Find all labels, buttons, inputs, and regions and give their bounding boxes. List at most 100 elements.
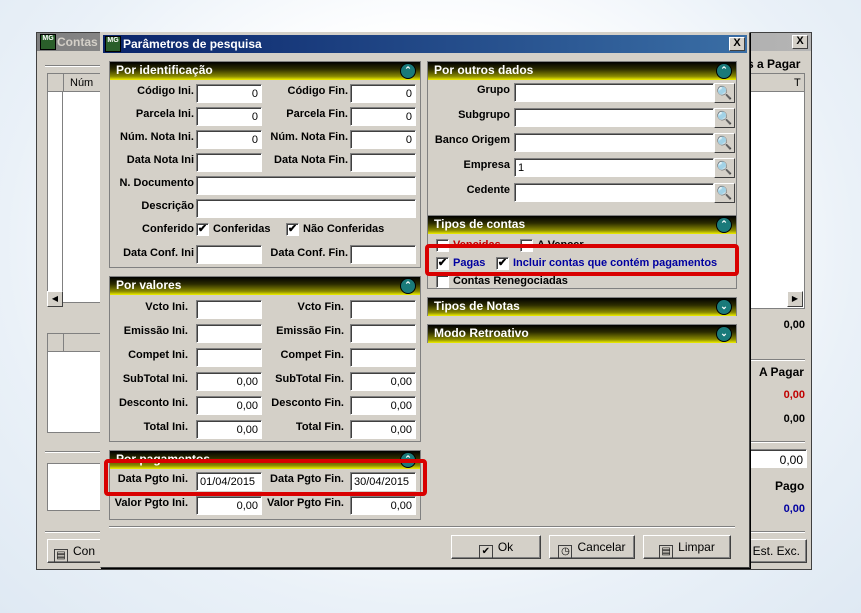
desconto-ini-label: Desconto Ini. xyxy=(118,397,188,409)
contas-grid-2[interactable] xyxy=(47,333,107,433)
desconto-fin-field[interactable]: 0,00 xyxy=(350,396,416,415)
grid-right-header: T xyxy=(750,74,804,92)
ok-button[interactable]: ✔ Ok xyxy=(451,535,541,559)
codigo-fin-label: Código Fin. xyxy=(287,85,348,97)
data-nota-ini-field[interactable] xyxy=(196,153,262,172)
collapse-icon[interactable]: ⌃ xyxy=(400,278,416,294)
valor-pgto-ini-field[interactable]: 0,00 xyxy=(196,496,262,515)
total-fin-field[interactable]: 0,00 xyxy=(350,420,416,439)
grid2-header xyxy=(48,334,106,352)
cancelar-button[interactable]: ◷ Cancelar xyxy=(549,535,635,559)
panel-tipos-notas-header[interactable]: Tipos de Notas ⌄ xyxy=(428,298,736,316)
grupo-field[interactable] xyxy=(514,83,714,102)
n-documento-field[interactable] xyxy=(196,176,416,195)
pago-label: Pago xyxy=(775,479,805,493)
data-conf-ini-label: Data Conf. Ini xyxy=(123,247,194,259)
panel-outros-dados-header[interactable]: Por outros dados ⌃ xyxy=(428,62,736,80)
codigo-ini-field[interactable]: 0 xyxy=(196,84,262,103)
grid2-col-divider xyxy=(63,334,64,352)
subgrupo-field[interactable] xyxy=(514,108,714,127)
contas-grid[interactable]: Núm xyxy=(47,73,107,303)
valor-pgto-fin-field[interactable]: 0,00 xyxy=(350,496,416,515)
n-documento-label: N. Documento xyxy=(119,177,194,189)
parcela-fin-field[interactable]: 0 xyxy=(350,107,416,126)
conferidas-label: Conferidas xyxy=(213,223,271,235)
total-ini-label: Total Ini. xyxy=(143,421,188,433)
data-conf-fin-field[interactable] xyxy=(350,245,416,264)
codigo-fin-field[interactable]: 0 xyxy=(350,84,416,103)
cancel-icon: ◷ xyxy=(558,545,573,559)
limpar-button[interactable]: ▤ Limpar xyxy=(643,535,731,559)
subtotal-fin-label: SubTotal Fin. xyxy=(275,373,344,385)
vcto-ini-field[interactable] xyxy=(196,300,262,319)
empresa-field[interactable]: 1 xyxy=(514,158,714,177)
dialog-title: Parâmetros de pesquisa xyxy=(123,37,262,51)
contas-total-top: 0,00 xyxy=(783,319,805,331)
contas-close-button[interactable]: X xyxy=(792,35,808,49)
data-conf-fin-label: Data Conf. Fin. xyxy=(270,247,348,259)
dialog-close-button[interactable]: X xyxy=(729,37,745,51)
contas-hscroll-left-button[interactable]: ◀ xyxy=(47,291,63,307)
contas-grid-right[interactable]: T xyxy=(749,73,805,309)
empresa-search-icon[interactable]: 🔍 xyxy=(714,158,735,178)
num-nota-fin-field[interactable]: 0 xyxy=(350,130,416,149)
subtotal-ini-field[interactable]: 0,00 xyxy=(196,372,262,391)
empresa-label: Empresa xyxy=(463,159,510,171)
expand-icon[interactable]: ⌄ xyxy=(716,326,732,342)
compet-fin-field[interactable] xyxy=(350,348,416,367)
nao-conferidas-checkbox[interactable]: ✔ xyxy=(286,223,299,236)
emissao-fin-label: Emissão Fin. xyxy=(276,325,344,337)
parcela-ini-field[interactable]: 0 xyxy=(196,107,262,126)
panel-identificacao-header[interactable]: Por identificação ⌃ xyxy=(110,62,420,80)
num-nota-fin-label: Núm. Nota Fin. xyxy=(270,131,348,143)
panel-outros-dados: Por outros dados ⌃ Grupo 🔍 Subgrupo 🔍 Ban… xyxy=(427,61,737,237)
contas-title: Contas xyxy=(57,35,98,49)
check-icon: ✔ xyxy=(478,545,493,559)
subtotal-fin-field[interactable]: 0,00 xyxy=(350,372,416,391)
renegociadas-label: Contas Renegociadas xyxy=(453,275,568,287)
highlight-data-pgto xyxy=(104,459,427,496)
contas-divider-top xyxy=(45,65,105,67)
vcto-fin-field[interactable] xyxy=(350,300,416,319)
desconto-ini-field[interactable]: 0,00 xyxy=(196,396,262,415)
data-nota-ini-label: Data Nota Ini xyxy=(126,154,194,166)
grid-col-num[interactable]: Núm xyxy=(70,77,93,89)
data-nota-fin-field[interactable] xyxy=(350,153,416,172)
compet-ini-field[interactable] xyxy=(196,348,262,367)
est-exc-button[interactable]: Est. Exc. xyxy=(745,539,807,563)
dialog-divider xyxy=(109,526,735,528)
panel-valores-header[interactable]: Por valores ⌃ xyxy=(110,277,420,295)
grid-col-divider xyxy=(63,74,64,92)
cedente-search-icon[interactable]: 🔍 xyxy=(714,183,735,203)
grupo-search-icon[interactable]: 🔍 xyxy=(714,83,735,103)
emissao-fin-field[interactable] xyxy=(350,324,416,343)
dialog-titlebar: Parâmetros de pesquisa xyxy=(103,35,747,53)
contas-heading: s a Pagar xyxy=(747,57,801,71)
expand-icon[interactable]: ⌄ xyxy=(716,299,732,315)
cedente-field[interactable] xyxy=(514,183,714,202)
nao-conferidas-label: Não Conferidas xyxy=(303,223,385,235)
renegociadas-checkbox[interactable] xyxy=(436,275,449,288)
contas-hscroll-right-button[interactable]: ▶ xyxy=(787,291,803,307)
conferidas-checkbox[interactable]: ✔ xyxy=(196,223,209,236)
num-nota-ini-field[interactable]: 0 xyxy=(196,130,262,149)
collapse-icon[interactable]: ⌃ xyxy=(400,63,416,79)
banco-origem-search-icon[interactable]: 🔍 xyxy=(714,133,735,153)
contas-app-icon: MG xyxy=(40,34,56,50)
panel-tipos-contas-header[interactable]: Tipos de contas ⌃ xyxy=(428,216,736,234)
panel-modo-retroativo-header[interactable]: Modo Retroativo ⌄ xyxy=(428,325,736,343)
total-ini-field[interactable]: 0,00 xyxy=(196,420,262,439)
num-nota-ini-label: Núm. Nota Ini. xyxy=(120,131,194,143)
emissao-ini-field[interactable] xyxy=(196,324,262,343)
subgrupo-search-icon[interactable]: 🔍 xyxy=(714,108,735,128)
vcto-fin-label: Vcto Fin. xyxy=(297,301,344,313)
collapse-icon[interactable]: ⌃ xyxy=(716,63,732,79)
contas-memo[interactable] xyxy=(47,463,107,511)
banco-origem-field[interactable] xyxy=(514,133,714,152)
data-conf-ini-field[interactable] xyxy=(196,245,262,264)
con-button[interactable]: ▤ Con xyxy=(47,539,107,563)
grid-col-t[interactable]: T xyxy=(794,77,801,89)
codigo-ini-label: Código Ini. xyxy=(137,85,194,97)
collapse-icon[interactable]: ⌃ xyxy=(716,217,732,233)
descricao-field[interactable] xyxy=(196,199,416,218)
